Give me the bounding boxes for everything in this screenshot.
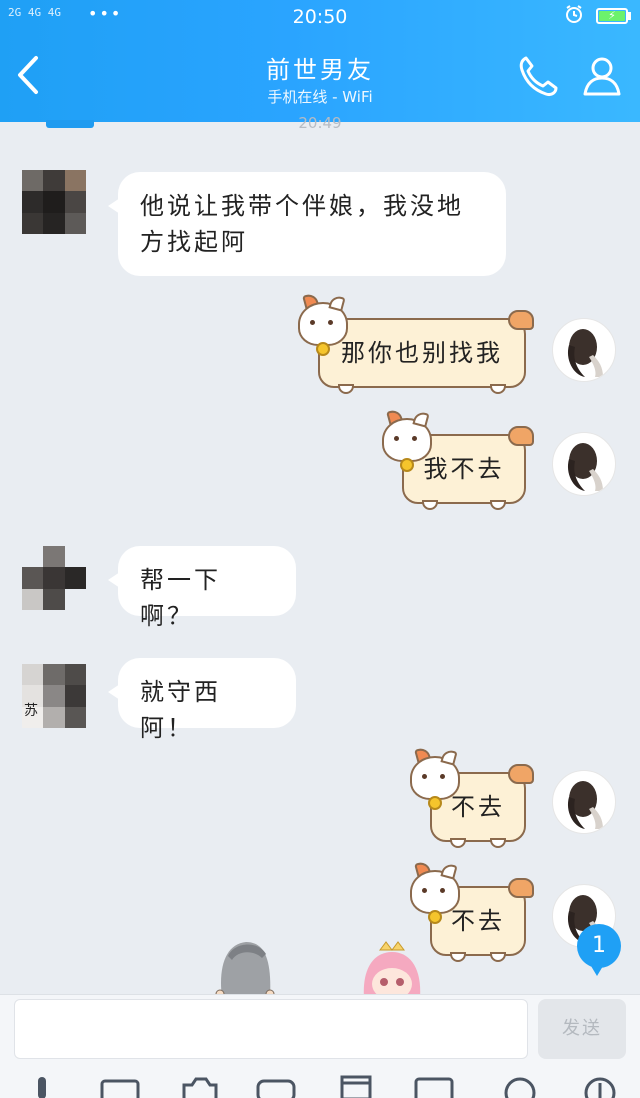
message-bubble[interactable]: 帮一下啊？ [108,546,296,630]
bell-icon [428,910,442,924]
cat-eye [440,888,445,893]
my-avatar[interactable] [552,770,616,834]
battery-icon: ⚡ [596,8,628,24]
bell-icon [316,342,330,356]
contact-avatar[interactable]: 苏 [22,664,86,728]
gift-icon[interactable] [336,1073,376,1098]
mic-icon[interactable] [22,1073,62,1098]
message-text: 帮一下啊？ [140,566,221,630]
cat-paw [450,952,466,962]
status-bar: 2G 4G 4G ••• 20:50 ⚡ [0,0,640,34]
image-icon[interactable] [100,1073,140,1098]
message-text: 他说让我带个伴娘，我没地 [140,192,464,220]
contact-avatar[interactable] [22,170,86,234]
message-bubble[interactable]: 就守西阿！ [108,658,296,742]
contact-avatar[interactable] [22,546,86,610]
send-button[interactable]: 发送 [538,999,626,1059]
blurred-avatar-image [22,170,86,234]
cat-paw [490,952,506,962]
message-text: 就守西阿！ [140,678,221,742]
my-avatar[interactable] [552,432,616,496]
camera-icon[interactable] [180,1073,220,1098]
battery-cap [628,12,631,20]
message-input[interactable] [14,999,528,1059]
cat-eye [328,320,333,325]
cat-eye [412,436,417,441]
peeking-girl-sticker [363,941,421,998]
cat-paw [490,500,506,510]
cat-eye [422,888,427,893]
phone-icon [519,56,558,96]
gif-icon[interactable] [414,1073,454,1098]
chat-header: 2G 4G 4G ••• 20:50 ⚡ 前世男友 手机在线 - WiFi [0,0,640,122]
cat-paw [490,384,506,394]
cat-paw [338,384,354,394]
cat-tail [508,878,534,898]
blurred-avatar-image [22,546,86,610]
avatar-girl-image [567,329,603,377]
sticker-message-bubble[interactable]: 我不去 [382,408,534,510]
emoji-icon[interactable] [500,1073,540,1098]
bell-icon [428,796,442,810]
cat-eye [440,774,445,779]
unread-count-badge[interactable]: 1 [577,924,621,976]
message-text: 方找起阿 [140,228,248,256]
sticker-message-bubble[interactable]: 不去 [410,860,534,962]
cat-tail [508,764,534,784]
cat-paw [450,838,466,848]
cat-eye [394,436,399,441]
avatar-girl-image [567,781,603,829]
cat-tail [508,310,534,330]
profile-button[interactable] [578,52,626,100]
call-button[interactable] [514,52,562,100]
cat-tail [508,426,534,446]
message-text: 不去 [451,907,505,935]
cat-eye [310,320,315,325]
user-icon [583,57,621,96]
avatar-girl-image [567,443,603,491]
sticker-message-bubble[interactable]: 那你也别找我 [298,292,534,394]
bell-icon [400,458,414,472]
message-timestamp: 20:49 [298,114,342,132]
wallet-icon[interactable] [256,1073,296,1098]
composer: 发送 [0,994,640,1098]
message-text: 我不去 [423,455,505,483]
avatar-character: 苏 [24,703,38,719]
status-time: 20:50 [292,6,348,28]
my-avatar[interactable] [552,318,616,382]
peeking-boy-sticker [215,942,275,998]
cat-paw [490,838,506,848]
cat-eye [422,774,427,779]
plus-icon[interactable] [580,1073,620,1098]
message-text: 不去 [451,793,505,821]
sticker-message-bubble[interactable]: 不去 [410,746,534,848]
composer-toolbar [0,1073,640,1098]
message-bubble[interactable]: 他说让我带个伴娘，我没地 方找起阿 [108,172,506,276]
alarm-icon [564,4,584,24]
message-text: 那你也别找我 [341,339,503,367]
cat-paw [422,500,438,510]
